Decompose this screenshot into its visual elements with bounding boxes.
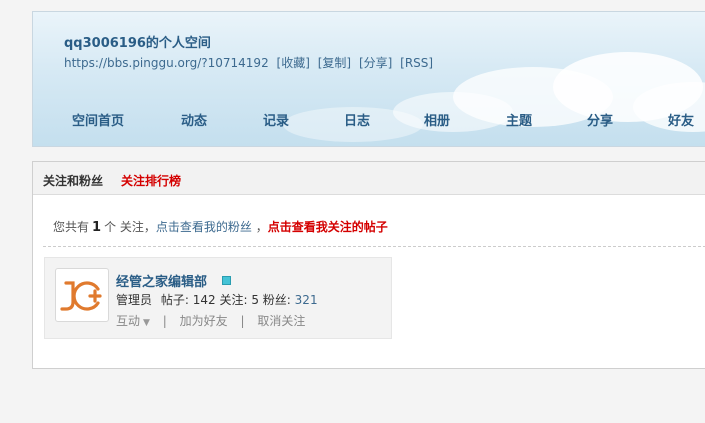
nav-blog[interactable]: 日志 [344,110,370,129]
avatar[interactable] [55,268,109,322]
unfollow-link[interactable]: 取消关注 [257,314,305,328]
interact-label: 互动 [116,314,141,328]
separator: | [240,314,245,328]
tab-bar: 关注和粉丝 关注排行榜 [33,162,705,195]
follow-summary: 您共有 1 个 关注，点击查看我的粉丝 ，点击查看我关注的帖子 [53,218,388,235]
favorite-link[interactable]: [收藏] [277,56,310,70]
space-nav: 空间首页 动态 记录 日志 相册 主题 分享 好友 [33,110,705,130]
view-followed-posts-link[interactable]: 点击查看我关注的帖子 [268,220,388,234]
jg-logo-icon [60,281,102,311]
following-label: 关注: [219,293,248,307]
nav-album[interactable]: 相册 [424,110,450,129]
posts-label: 帖子: [160,293,189,307]
divider [43,246,705,247]
nav-topics[interactable]: 主题 [506,110,532,129]
follow-panel: 关注和粉丝 关注排行榜 您共有 1 个 关注，点击查看我的粉丝 ，点击查看我关注的帖… [32,161,705,369]
share-link[interactable]: [分享] [359,56,392,70]
follow-count: 1 [92,220,102,235]
user-role: 管理员 [116,293,153,307]
copy-link[interactable]: [复制] [318,56,351,70]
view-fans-link[interactable]: 点击查看我的粉丝 [156,220,252,234]
summary-comma: ， [255,220,268,234]
fans-label: 粉丝: [262,293,291,307]
user-stats: 管理员 帖子: 142 关注: 5 粉丝: 321 [116,291,318,308]
followed-user-card: 经管之家编辑部 管理员 帖子: 142 关注: 5 粉丝: 321 互动 ▼ | … [44,257,392,339]
rss-link[interactable]: [RSS] [400,56,433,70]
nav-records[interactable]: 记录 [263,110,289,129]
separator: | [162,314,167,328]
space-url[interactable]: https://bbs.pinggu.org/?10714192 [64,56,269,70]
user-name[interactable]: 经管之家编辑部 [116,271,207,290]
interact-menu[interactable]: 互动 ▼ [116,314,150,328]
posts-count: 142 [192,293,216,307]
add-friend-link[interactable]: 加为好友 [180,314,228,328]
following-count: 5 [251,293,259,307]
nav-space-home[interactable]: 空间首页 [72,110,124,129]
summary-suffix: 个 关注， [104,220,156,234]
chevron-down-icon: ▼ [143,318,150,328]
nav-friends[interactable]: 好友 [668,110,694,129]
nav-feed[interactable]: 动态 [181,110,207,129]
nav-share[interactable]: 分享 [587,110,613,129]
space-url-row: https://bbs.pinggu.org/?10714192 [收藏] [复… [64,54,437,71]
space-header: qq3006196的个人空间 https://bbs.pinggu.org/?1… [32,11,705,147]
tab-follow-ranking[interactable]: 关注排行榜 [121,172,181,189]
online-status-icon [222,276,231,285]
summary-prefix: 您共有 [53,220,90,234]
user-actions: 互动 ▼ | 加为好友 | 取消关注 [116,312,305,329]
space-title[interactable]: qq3006196的个人空间 [64,32,211,51]
tab-follow-fans[interactable]: 关注和粉丝 [43,172,103,189]
fans-count[interactable]: 321 [295,293,318,307]
